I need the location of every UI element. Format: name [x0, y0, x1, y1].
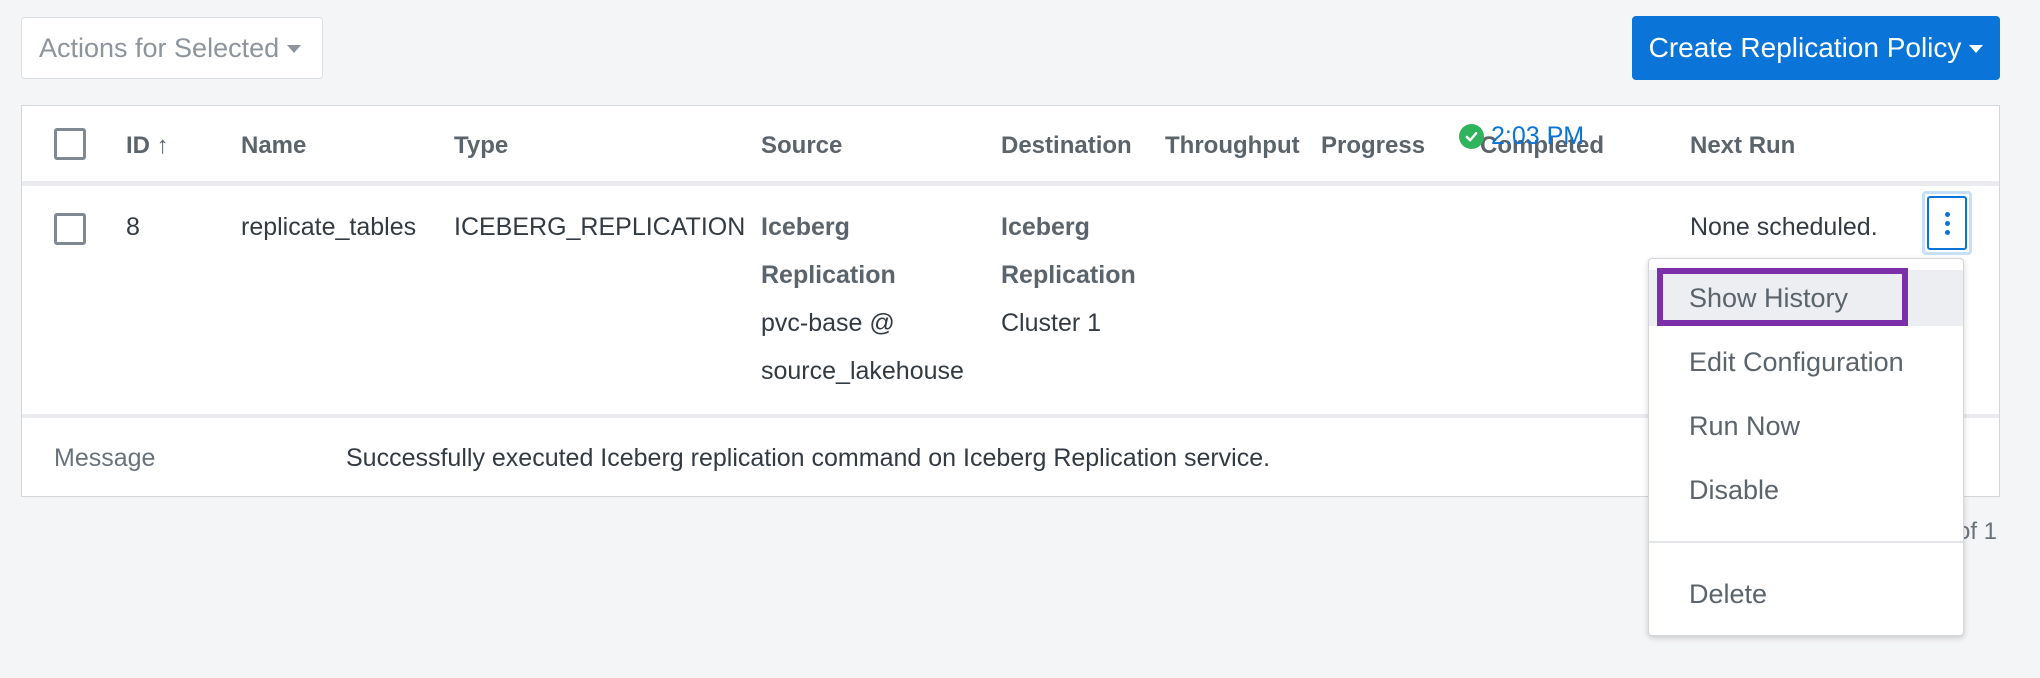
source-cluster-line1: pvc-base @ [761, 309, 895, 337]
menu-item-disable[interactable]: Disable [1649, 462, 1963, 518]
row-id: 8 [126, 213, 140, 241]
row-name: replicate_tables [241, 213, 417, 241]
table-header: ID ↑ Name Type Source Destination Throug… [22, 106, 1999, 186]
completed-cell[interactable]: 2:03 PM [1459, 122, 1584, 151]
row-source: Iceberg Replication pvc-base @ source_la… [761, 203, 964, 395]
source-name-line2: Replication [761, 261, 896, 289]
column-header-progress[interactable]: Progress [1321, 132, 1425, 160]
row-actions-button[interactable] [1922, 191, 1972, 255]
column-header-next-run[interactable]: Next Run [1690, 132, 1795, 160]
message-text: Successfully executed Iceberg replicatio… [346, 444, 1271, 472]
source-name-line1: Iceberg [761, 213, 850, 241]
column-header-type[interactable]: Type [454, 132, 508, 160]
destination-name-line1: Iceberg [1001, 213, 1090, 241]
column-header-source[interactable]: Source [761, 132, 842, 160]
caret-down-icon [287, 45, 302, 53]
create-replication-policy-button[interactable]: Create Replication Policy [1632, 16, 2000, 80]
select-all-checkbox[interactable] [54, 128, 86, 160]
completed-time-link[interactable]: 2:03 PM [1491, 122, 1584, 151]
column-header-destination[interactable]: Destination [1001, 132, 1132, 160]
column-header-throughput[interactable]: Throughput [1165, 132, 1300, 160]
menu-divider [1649, 541, 1963, 543]
menu-item-delete[interactable]: Delete [1649, 566, 1963, 622]
caret-down-icon [1969, 45, 1984, 53]
row-type: ICEBERG_REPLICATION [454, 213, 746, 241]
row-select-checkbox[interactable] [54, 213, 86, 245]
highlight-box [1657, 268, 1908, 326]
success-check-icon [1459, 124, 1484, 149]
row-next-run: None scheduled. [1690, 213, 1878, 241]
replication-policies-page: Actions for Selected Create Replication … [0, 0, 2040, 678]
actions-for-selected-label: Actions for Selected [39, 32, 280, 63]
column-header-id[interactable]: ID ↑ [126, 132, 169, 160]
kebab-menu-icon [1927, 196, 1967, 250]
row-destination: Iceberg Replication Cluster 1 [1001, 203, 1136, 347]
source-cluster-line2: source_lakehouse [761, 357, 964, 385]
menu-item-run-now[interactable]: Run Now [1649, 398, 1963, 454]
message-label: Message [54, 444, 156, 472]
column-header-name[interactable]: Name [241, 132, 306, 160]
create-replication-policy-label: Create Replication Policy [1648, 32, 1962, 63]
actions-for-selected-dropdown[interactable]: Actions for Selected [21, 17, 323, 79]
menu-item-edit-configuration[interactable]: Edit Configuration [1649, 334, 1963, 390]
destination-cluster: Cluster 1 [1001, 309, 1102, 337]
destination-name-line2: Replication [1001, 261, 1136, 289]
